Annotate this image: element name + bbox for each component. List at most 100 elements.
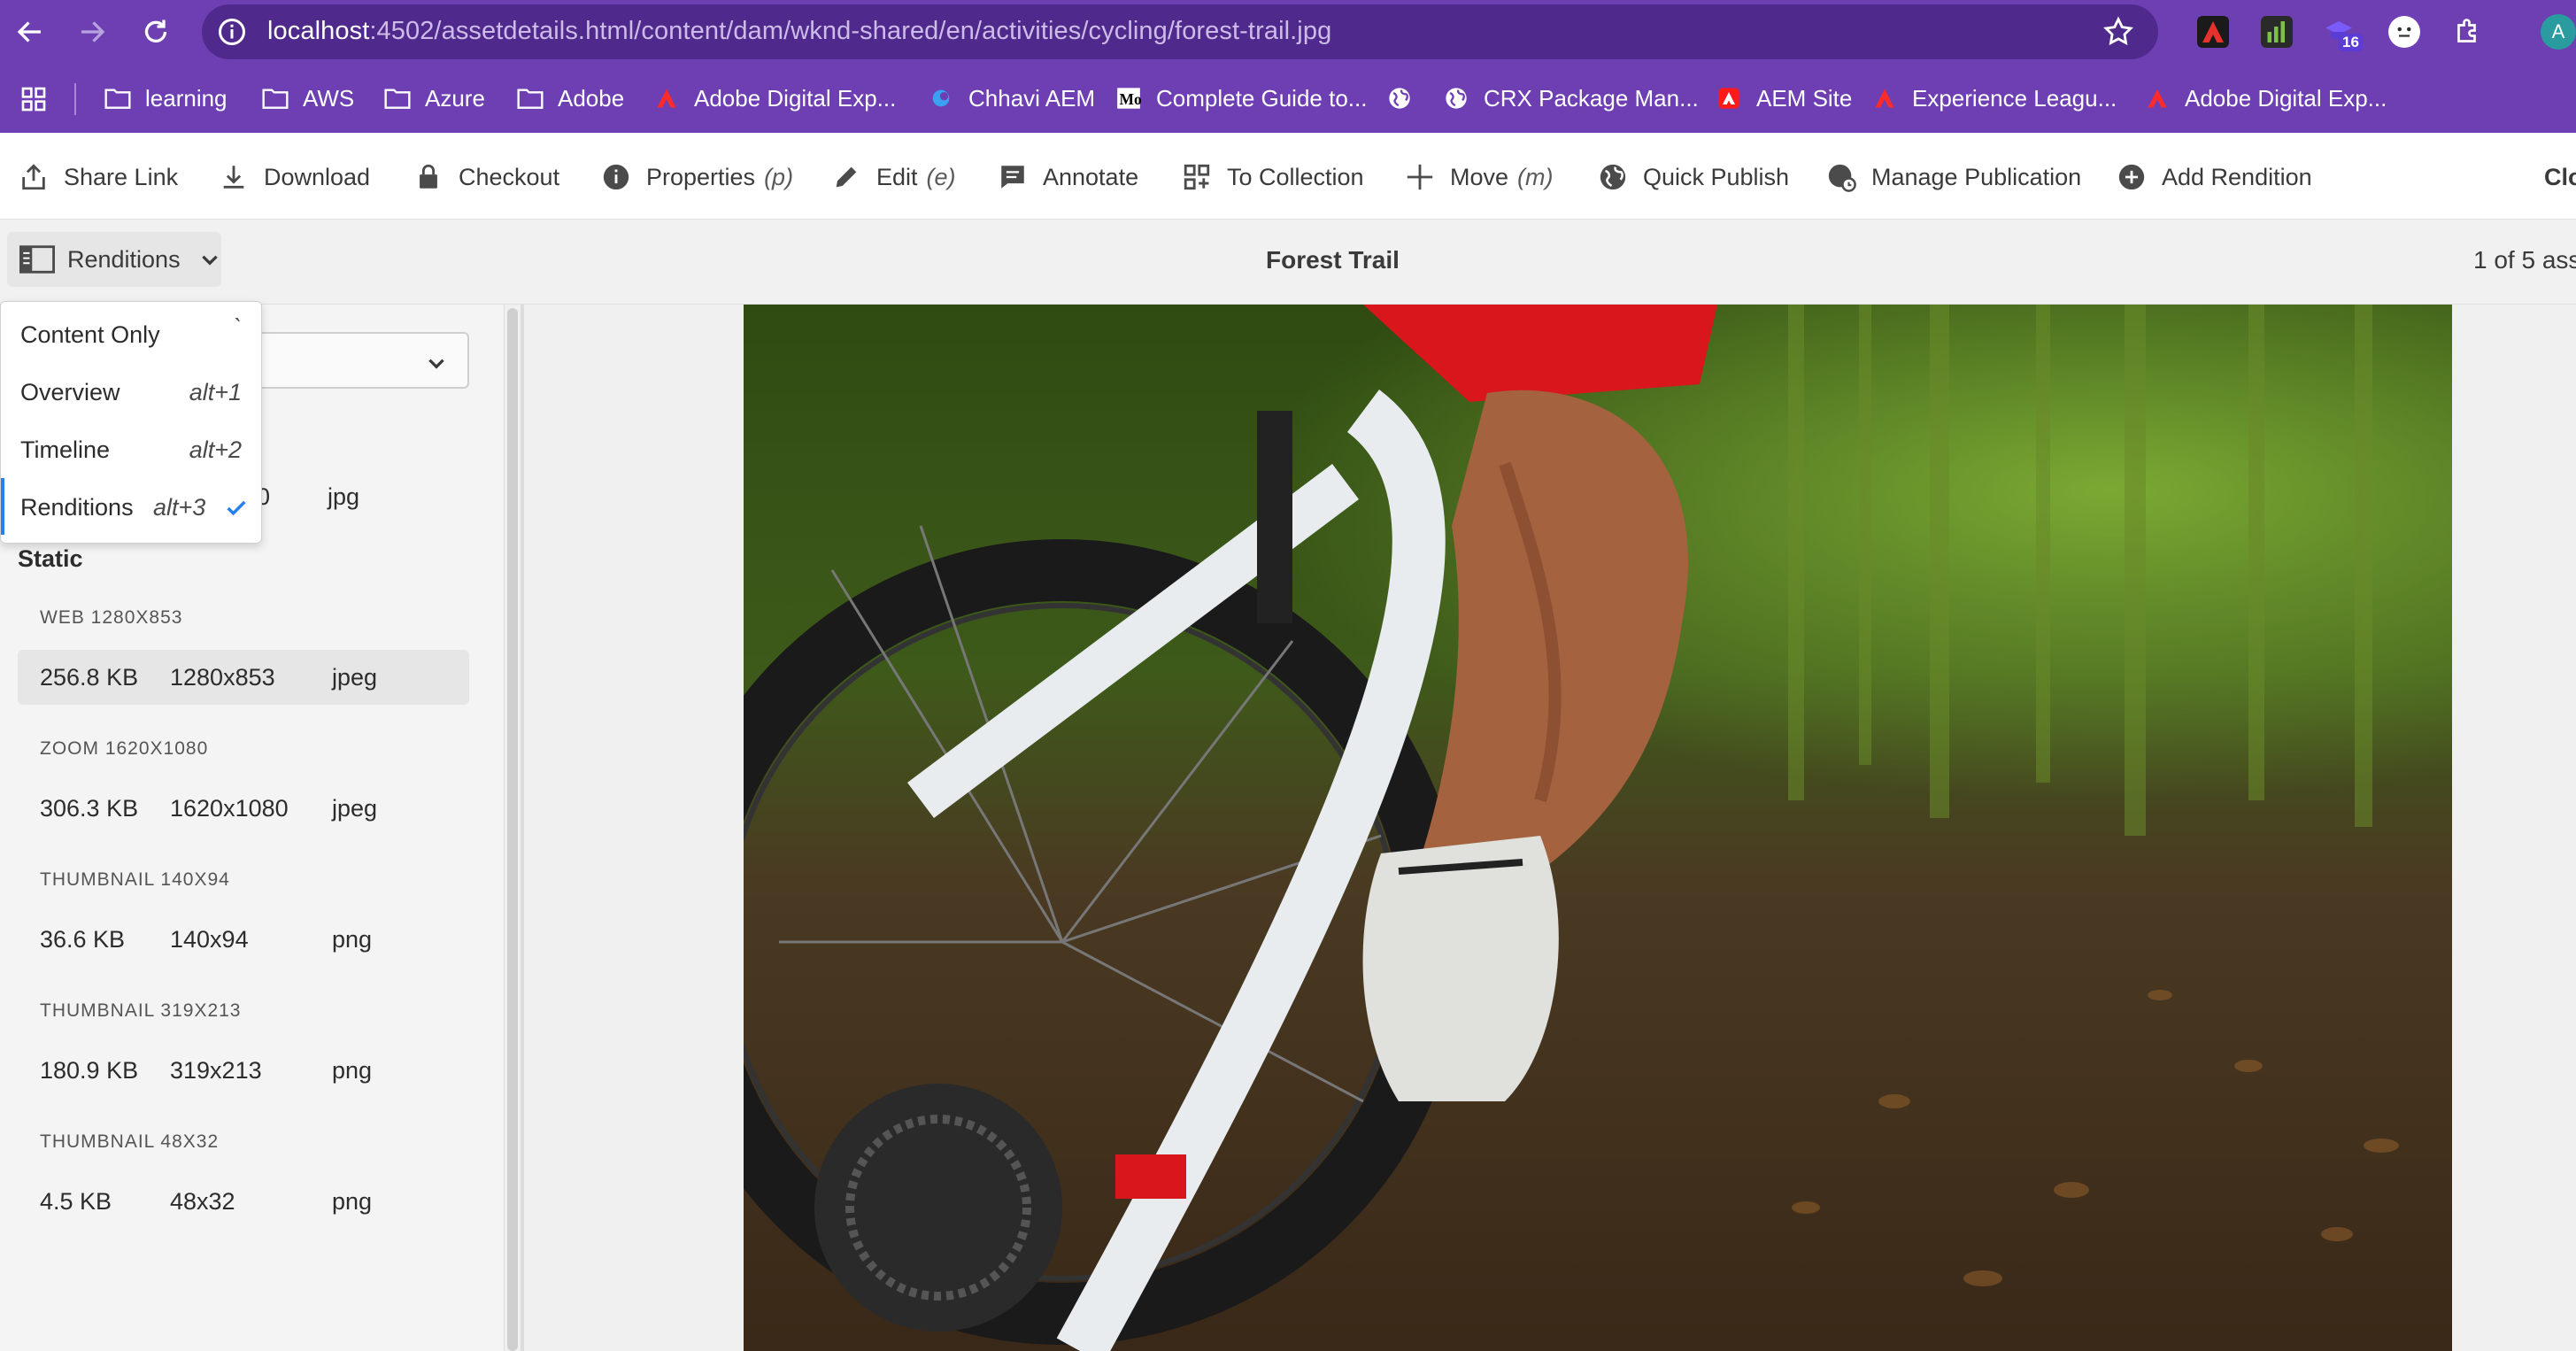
quick-publish-label: Quick Publish bbox=[1643, 163, 1790, 190]
bookmark-label: Azure bbox=[425, 84, 485, 112]
forward-button[interactable] bbox=[73, 12, 112, 51]
extension-badge-count: 16 bbox=[2339, 34, 2363, 51]
rendition-dims: 1620x1080 bbox=[170, 795, 289, 822]
asset-preview-image bbox=[744, 305, 2452, 1351]
menu-item-content-only[interactable]: Content Only ` bbox=[1, 305, 261, 362]
rendition-heading: THUMBNAIL 48X32 bbox=[40, 1131, 220, 1152]
bookmark-label: learning bbox=[145, 84, 228, 112]
rail-scrollbar-thumb[interactable] bbox=[507, 308, 518, 1351]
browser-chrome: localhost:4502/assetdetails.html/content… bbox=[0, 0, 2576, 133]
bookmarks-bar: learning AWS Azure Adobe Adobe Digital E… bbox=[0, 73, 2576, 124]
annotate-button[interactable]: Annotate bbox=[997, 158, 1138, 197]
adobe-extension-icon[interactable] bbox=[2197, 16, 2229, 48]
bookmark-learning[interactable]: learning bbox=[103, 81, 228, 115]
add-rendition-label: Add Rendition bbox=[2162, 163, 2312, 190]
add-rendition-button[interactable]: Add Rendition bbox=[2116, 158, 2312, 197]
download-label: Download bbox=[264, 163, 371, 190]
bookmark-label: Chhavi AEM bbox=[968, 84, 1096, 112]
bookmark-label: Experience Leagu... bbox=[1912, 84, 2117, 112]
share-link-label: Share Link bbox=[64, 163, 179, 190]
sheets-extension-icon[interactable] bbox=[2261, 16, 2293, 48]
share-link-button[interactable]: Share Link bbox=[18, 158, 178, 197]
extensions-puzzle-icon[interactable] bbox=[2452, 16, 2484, 48]
rail-panel-icon bbox=[19, 245, 55, 274]
menu-item-label: Overview bbox=[20, 379, 120, 405]
menu-item-renditions[interactable]: Renditions alt+3 bbox=[1, 478, 261, 535]
checkout-button[interactable]: Checkout bbox=[413, 158, 559, 197]
bookmark-complete-guide[interactable]: Mo Complete Guide to... bbox=[1114, 81, 1367, 115]
download-icon bbox=[218, 161, 250, 193]
rail-view-toggle[interactable]: Renditions bbox=[7, 232, 221, 287]
pencil-icon bbox=[830, 161, 862, 193]
asset-title-bar: Renditions Forest Trail 1 of 5 asse bbox=[0, 220, 2576, 305]
bookmark-label: Adobe Digital Exp... bbox=[2185, 84, 2387, 112]
close-label: Clo bbox=[2544, 163, 2576, 190]
rendition-row[interactable]: 256.8 KB 1280x853 jpeg bbox=[18, 650, 469, 705]
bookmark-adobe[interactable]: Adobe bbox=[515, 81, 624, 115]
collection-add-icon bbox=[1181, 161, 1213, 193]
edit-shortcut: (e) bbox=[926, 163, 956, 190]
rendition-size: 4.5 KB bbox=[40, 1188, 112, 1215]
rendition-row[interactable]: 36.6 KB 140x94 png bbox=[18, 912, 469, 967]
address-bar[interactable]: localhost:4502/assetdetails.html/content… bbox=[202, 4, 2158, 59]
graduation-cap-extension-icon[interactable]: 16 bbox=[2323, 16, 2363, 51]
properties-shortcut: (p) bbox=[764, 163, 794, 190]
manage-publication-button[interactable]: Manage Publication bbox=[1825, 158, 2081, 197]
rendition-format: jpeg bbox=[332, 795, 378, 822]
site-info-icon[interactable] bbox=[216, 16, 248, 48]
rendition-size: 180.9 KB bbox=[40, 1057, 139, 1084]
share-icon bbox=[18, 161, 50, 193]
adobe-icon bbox=[1714, 85, 1744, 112]
bookmark-adobe-digital-exp[interactable]: Adobe Digital Exp... bbox=[652, 81, 896, 115]
bookmark-aws[interactable]: AWS bbox=[260, 81, 354, 115]
rail-view-menu: Content Only ` Overview alt+1 Timeline a… bbox=[0, 301, 262, 544]
rendition-heading: ZOOM 1620X1080 bbox=[40, 738, 209, 759]
rendition-dims: 140x94 bbox=[170, 926, 249, 953]
menu-item-label: Renditions bbox=[20, 494, 134, 521]
edit-button[interactable]: Edit (e) bbox=[830, 158, 956, 197]
url-text: localhost:4502/assetdetails.html/content… bbox=[267, 17, 1332, 45]
adobe-icon bbox=[1870, 85, 1900, 112]
bookmark-globe[interactable] bbox=[1384, 81, 1427, 115]
face-extension-icon[interactable] bbox=[2388, 16, 2420, 48]
folder-icon bbox=[382, 85, 413, 112]
download-button[interactable]: Download bbox=[218, 158, 370, 197]
folder-icon bbox=[515, 85, 545, 112]
rendition-format: jpg bbox=[328, 483, 360, 510]
bookmark-chhavi-aem[interactable]: Chhavi AEM bbox=[926, 81, 1095, 115]
menu-item-timeline[interactable]: Timeline alt+2 bbox=[1, 421, 261, 477]
rendition-row[interactable]: 4.5 KB 48x32 png bbox=[18, 1174, 469, 1229]
arrow-right-icon bbox=[81, 21, 105, 42]
reload-button[interactable] bbox=[136, 12, 175, 51]
bookmark-aem-site[interactable]: AEM Site bbox=[1714, 81, 1852, 115]
asset-action-bar: Share Link Download Checkout Properties … bbox=[0, 133, 2576, 220]
bookmark-crx-package[interactable]: CRX Package Man... bbox=[1441, 81, 1699, 115]
rendition-size: 36.6 KB bbox=[40, 926, 126, 953]
menu-item-overview[interactable]: Overview alt+1 bbox=[1, 363, 261, 420]
asset-position-count: 1 of 5 asse bbox=[2473, 246, 2576, 274]
rendition-heading: WEB 1280X853 bbox=[40, 607, 183, 628]
properties-label: Properties bbox=[646, 163, 756, 190]
menu-item-label: Timeline bbox=[20, 436, 111, 463]
bookmark-star-icon[interactable] bbox=[2102, 15, 2135, 49]
profile-avatar[interactable]: A bbox=[2541, 14, 2576, 50]
move-label: Move bbox=[1450, 163, 1509, 190]
bookmark-azure[interactable]: Azure bbox=[382, 81, 485, 115]
folder-icon bbox=[103, 85, 133, 112]
close-button[interactable]: Clo bbox=[2544, 158, 2576, 197]
rendition-row[interactable]: 180.9 KB 319x213 png bbox=[18, 1043, 469, 1098]
annotate-icon bbox=[997, 161, 1029, 193]
rendition-row[interactable]: 306.3 KB 1620x1080 jpeg bbox=[18, 781, 469, 836]
bookmark-experience-league[interactable]: Experience Leagu... bbox=[1870, 81, 2117, 115]
rail-scrollbar[interactable] bbox=[505, 305, 521, 1351]
to-collection-button[interactable]: To Collection bbox=[1181, 158, 1364, 197]
globe-icon bbox=[1441, 85, 1471, 112]
bookmark-label: AWS bbox=[303, 84, 355, 112]
back-button[interactable] bbox=[11, 12, 50, 51]
bookmark-adobe-digital-exp-2[interactable]: Adobe Digital Exp... bbox=[2142, 81, 2387, 115]
quick-publish-button[interactable]: Quick Publish bbox=[1597, 158, 1789, 197]
move-button[interactable]: Move (m) bbox=[1404, 158, 1554, 197]
bookmark-label: Complete Guide to... bbox=[1156, 84, 1368, 112]
lock-icon bbox=[413, 161, 444, 193]
properties-button[interactable]: Properties (p) bbox=[600, 158, 793, 197]
